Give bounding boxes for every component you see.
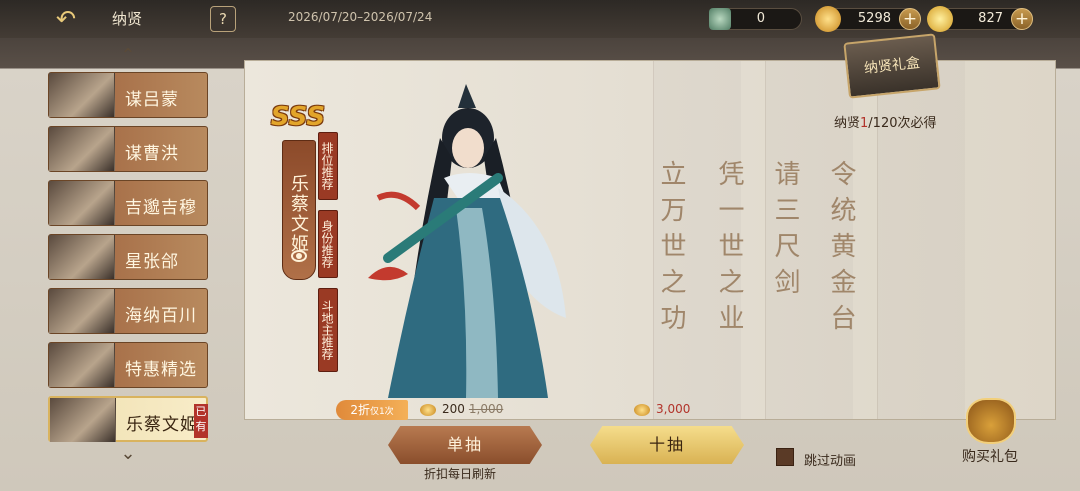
sidebar-item-label: 谋吕蒙: [125, 90, 179, 110]
treasure-ingot-icon: [927, 6, 953, 32]
gold-ingot-icon: [634, 403, 650, 416]
add-gold-ingot-button[interactable]: +: [899, 8, 921, 30]
page-title: 纳贤: [112, 10, 143, 28]
preview-eye-icon[interactable]: [291, 250, 307, 262]
poem-line-3: 凭一世之业: [714, 160, 744, 340]
sidebar-item-hainabaichuan[interactable]: 海纳百川: [48, 288, 208, 334]
sidebar-item-label: 海纳百川: [125, 306, 197, 326]
sidebar-item-zhanghe[interactable]: 星张郃: [48, 234, 208, 280]
sidebar-item-label: 乐蔡文姬: [126, 415, 198, 435]
discount-refresh-note: 折扣每日刷新: [424, 467, 497, 481]
sidebar-item-label: 星张郃: [125, 252, 179, 272]
recommend-tag-ranked: 排位推荐: [318, 132, 338, 200]
discount-sub: 仅1次: [369, 407, 394, 417]
pity-counter: 纳贤1/120次必得: [834, 112, 937, 131]
token-icon: [709, 8, 731, 30]
scroll-down-icon[interactable]: ⌄: [114, 445, 142, 463]
sidebar-item-label: 特惠精选: [125, 360, 197, 380]
ten-draw-button[interactable]: 十抽: [590, 426, 744, 464]
gold-ingot-icon: [815, 6, 841, 32]
pity-suffix: /120次必得: [868, 116, 937, 131]
hero-portrait: [49, 289, 115, 333]
skip-animation-label: 跳过动画: [804, 454, 857, 469]
hero-portrait: [49, 343, 115, 387]
skip-animation-checkbox[interactable]: [776, 448, 794, 466]
single-cost-value: 200: [442, 402, 465, 416]
ten-cost-value: 3,000: [656, 402, 691, 416]
sidebar-item-tehuijingxuan[interactable]: 特惠精选: [48, 342, 208, 388]
single-cost: 200 1,000: [420, 402, 503, 416]
money-bag-icon[interactable]: [966, 398, 1016, 444]
poem-line-4: 立万世之功: [656, 160, 686, 340]
pity-prefix: 纳贤: [834, 116, 861, 131]
discount-tag: 2折仅1次: [336, 400, 408, 420]
gold-ingot-counter: 5298 +: [815, 6, 921, 32]
owned-badge: 已有: [194, 404, 208, 438]
gold-ingot-icon: [420, 403, 436, 416]
hero-portrait: [49, 127, 115, 171]
treasure-ingot-counter: 827 +: [927, 6, 1033, 32]
poem-line-1: 令统黄金台: [826, 160, 856, 340]
ten-cost: 3,000: [634, 402, 690, 416]
recommend-tag-identity: 身份推荐: [318, 210, 338, 278]
hero-portrait: [50, 398, 116, 442]
hero-illustration: [368, 84, 566, 398]
sidebar-item-lumeng[interactable]: 谋吕蒙: [48, 72, 208, 118]
sidebar-item-label: 吉邈吉穆: [125, 198, 197, 218]
help-button[interactable]: ?: [210, 6, 236, 32]
hero-portrait: [49, 235, 115, 279]
recommend-tag-landlord: 斗地主推荐: [318, 288, 338, 372]
sidebar-item-caohong[interactable]: 谋曹洪: [48, 126, 208, 172]
sidebar-item-jimiao-jimu[interactable]: 吉邈吉穆: [48, 180, 208, 226]
hero-portrait: [49, 73, 115, 117]
event-date-range: 2026/07/20–2026/07/24: [288, 10, 433, 24]
buy-pack-label[interactable]: 购买礼包: [962, 446, 1018, 466]
sidebar-item-label: 谋曹洪: [125, 144, 179, 164]
top-bar: ↶ 纳贤 ? 2026/07/20–2026/07/24 0 5298 + 82…: [0, 0, 1080, 38]
back-arrow-icon[interactable]: ↶: [44, 4, 88, 34]
gold-ingot-value: 5298: [857, 11, 891, 26]
single-draw-button[interactable]: 单抽: [388, 426, 542, 464]
token-counter: 0: [709, 8, 802, 30]
poem-line-2: 请三尺剑: [770, 160, 800, 304]
hero-portrait: [49, 181, 115, 225]
scroll-up-icon[interactable]: ⌃: [114, 47, 142, 65]
sidebar-item-caiwenji[interactable]: 乐蔡文姬 已有: [48, 396, 208, 442]
token-value: 0: [756, 11, 765, 26]
treasure-ingot-value: 827: [978, 11, 1003, 26]
discount-main: 2折: [350, 403, 370, 417]
gift-box-button[interactable]: 纳贤礼盒: [843, 33, 941, 99]
single-cost-original: 1,000: [468, 402, 504, 416]
add-treasure-ingot-button[interactable]: +: [1011, 8, 1033, 30]
